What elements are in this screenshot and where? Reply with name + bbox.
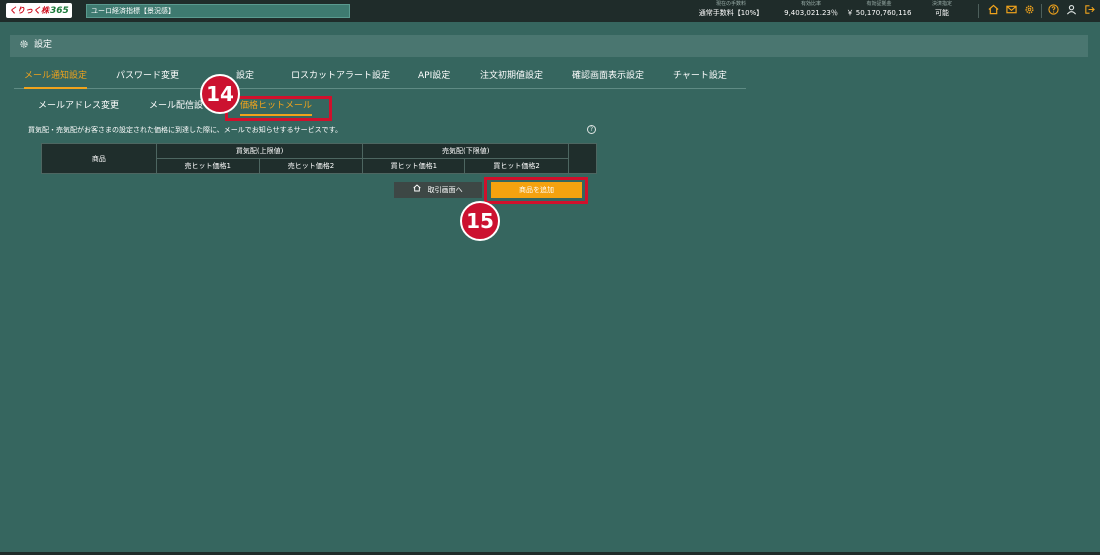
help-icon[interactable]: ? — [587, 125, 596, 134]
tab-api[interactable]: API設定 — [418, 69, 450, 89]
stat-label: 有効比率 — [800, 1, 821, 7]
stat-value: 通常手数料【10%】 — [698, 9, 764, 17]
col-header: 買ヒット価格1 — [362, 158, 466, 174]
button-label: 取引画面へ — [427, 186, 463, 194]
page-title: 設定 — [34, 40, 53, 50]
home-icon — [413, 184, 423, 194]
logo-sub: 365 — [50, 5, 69, 16]
user-icon[interactable] — [1064, 4, 1078, 18]
stat-label: 現在の手数料 — [715, 1, 746, 7]
stat-margin: 有効証拠金 ￥ 50,170,760,116 — [840, 1, 918, 21]
col-header: 買ヒット価格2 — [464, 158, 570, 174]
logout-icon[interactable] — [1082, 4, 1096, 18]
highlight-box — [225, 96, 332, 121]
stat-value: 可能 — [935, 9, 949, 17]
tab-chart[interactable]: チャート設定 — [673, 69, 727, 89]
col-product: 商品 — [41, 143, 157, 174]
subtab-email-change[interactable]: メールアドレス変更 — [38, 99, 119, 116]
stat-label: 有効証拠金 — [866, 1, 892, 7]
tab-password[interactable]: パスワード変更 — [116, 69, 179, 89]
home-icon[interactable] — [986, 4, 1000, 18]
gear-icon — [19, 39, 31, 51]
description: 買気配・売気配がお客さまの設定された価格に到達した際に、メールでお知らせするサー… — [28, 126, 342, 134]
col-header: 売ヒット価格2 — [258, 158, 364, 174]
tab-confirm-display[interactable]: 確認画面表示設定 — [572, 69, 644, 89]
tab-mail-notification[interactable]: メール通知設定 — [24, 69, 88, 89]
tab-losscut-alert[interactable]: ロスカットアラート設定 — [291, 69, 390, 89]
top-bar: くりっく株 365 ユーロ経済指標【景況感】 現在の手数料 通常手数料【10%】 … — [0, 0, 1100, 22]
stat-value: ￥ 50,170,760,116 — [846, 9, 912, 17]
tab-order-defaults[interactable]: 注文初期値設定 — [480, 69, 543, 89]
stat-fee: 現在の手数料 通常手数料【10%】 — [692, 1, 770, 21]
stat-ratio: 有効比率 9,403,021.23％ — [772, 1, 850, 21]
price-hit-table: 商品 買気配(上限値) 売気配(下限値) 売ヒット価格1 売ヒット価格2 買ヒッ… — [41, 143, 597, 174]
mail-icon[interactable] — [1004, 4, 1018, 18]
col-actions — [568, 143, 597, 174]
col-buy-group: 買気配(上限値) — [155, 143, 364, 159]
gear-icon[interactable] — [1022, 4, 1036, 18]
main-tabs: メール通知設定 パスワード変更 設定 ロスカットアラート設定 API設定 注文初… — [14, 69, 746, 89]
divider — [978, 4, 979, 18]
help-icon[interactable] — [1046, 4, 1060, 18]
stat-value: 9,403,021.23％ — [784, 9, 838, 17]
divider — [1041, 4, 1042, 18]
brand-logo[interactable]: くりっく株 365 — [6, 3, 72, 18]
col-header: 売ヒット価格1 — [155, 158, 260, 174]
col-sell-group: 売気配(下限値) — [362, 143, 570, 159]
logo-text: くりっく株 — [9, 6, 49, 15]
news-ticker[interactable]: ユーロ経済指標【景況感】 — [86, 4, 350, 18]
settings-header: 設定 — [10, 35, 1088, 57]
highlight-box — [484, 177, 588, 204]
annotation-badge: 14 — [200, 74, 240, 114]
subtab-mail-delivery[interactable]: メール配信設 — [149, 99, 203, 116]
annotation-badge: 15 — [460, 201, 500, 241]
back-to-trading-button[interactable]: 取引画面へ — [394, 182, 482, 198]
stat-settlement: 決済指定 可能 — [918, 1, 966, 21]
stat-label: 決済指定 — [931, 1, 952, 7]
